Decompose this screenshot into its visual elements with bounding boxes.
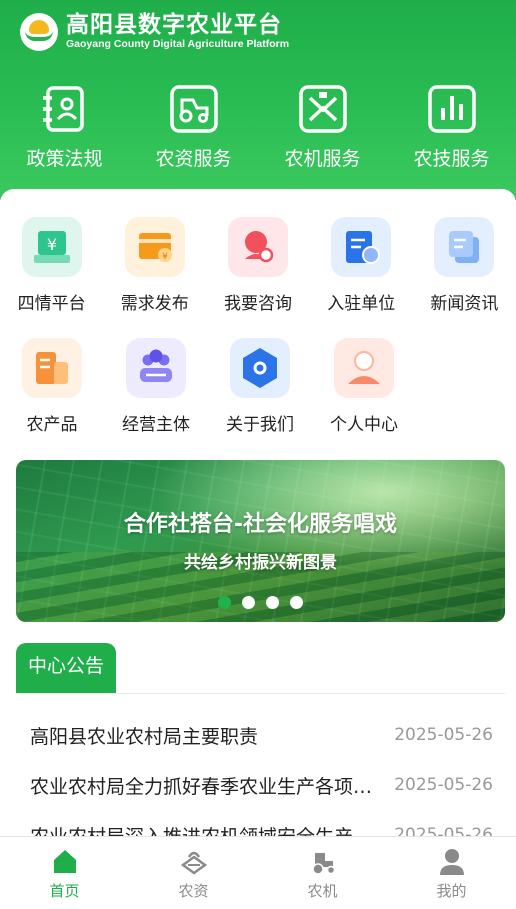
main-panel: ¥ 四情平台 ¥ 需求发布 我要咨询 入驻单位 新闻资讯 农产品 经营主体 关于… — [0, 189, 516, 909]
yen-cash-icon: ¥ — [21, 217, 82, 277]
tab-machinery[interactable]: 农机 — [258, 837, 387, 909]
nav-label: 农技服务 — [413, 148, 490, 170]
nav-farm-supplies[interactable]: 农资服务 — [129, 84, 258, 171]
contacts-book-icon — [42, 86, 84, 132]
grid-label: 个人中心 — [330, 415, 398, 435]
notice-tab[interactable]: 中心公告 — [16, 643, 117, 693]
grid-label: 新闻资讯 — [430, 294, 499, 314]
seed-bag-icon — [180, 851, 207, 875]
news-cards-icon — [434, 217, 495, 277]
news-title: 农业农村局全力抓好春季农业生产各项工作 — [30, 775, 386, 798]
clipboard-user-icon — [331, 217, 392, 277]
banner-headline: 合作社搭台-社会化服务唱戏 — [123, 512, 398, 537]
header-hero: 高阳县数字农业平台 Gaoyang County Digital Agricul… — [0, 0, 516, 200]
bottom-tabbar: 首页 农资 农机 我的 — [0, 836, 516, 909]
tab-farm-supplies[interactable]: 农资 — [129, 837, 258, 909]
tractor-icon — [311, 853, 335, 875]
machine-shield-icon — [298, 85, 347, 133]
carousel-dot[interactable] — [290, 596, 303, 609]
building-icon — [22, 338, 82, 398]
nav-machinery[interactable]: 农机服务 — [258, 84, 387, 171]
user-icon — [439, 849, 464, 875]
grid-item-about-us[interactable]: 关于我们 — [208, 338, 312, 459]
divider — [16, 693, 505, 694]
grid-label: 农产品 — [26, 415, 78, 435]
tab-home[interactable]: 首页 — [0, 837, 129, 909]
grid-item-consult[interactable]: 我要咨询 — [206, 217, 309, 338]
carousel-dot[interactable] — [266, 596, 279, 609]
nav-label: 农资服务 — [155, 148, 232, 170]
grid-label: 入驻单位 — [327, 294, 396, 314]
tab-label: 农机 — [307, 882, 338, 900]
nav-policy[interactable]: 政策法规 — [0, 84, 129, 171]
grid-item-four-situations[interactable]: ¥ 四情平台 — [0, 217, 103, 338]
grid-label: 四情平台 — [17, 294, 86, 314]
tab-label: 首页 — [49, 882, 80, 900]
tab-label: 我的 — [436, 882, 467, 900]
news-date: 2025-05-26 — [394, 775, 493, 795]
grid-item-personal-center[interactable]: 个人中心 — [312, 338, 416, 459]
list-item[interactable]: 高阳县农业农村局主要职责 2025-05-26 — [16, 710, 505, 760]
grid-item-products[interactable]: 农产品 — [0, 338, 104, 459]
hexagon-info-icon — [230, 338, 290, 398]
group-icon — [126, 338, 186, 398]
promo-banner[interactable]: 合作社搭台-社会化服务唱戏 共绘乡村振兴新图景 — [16, 460, 505, 622]
carousel-dot[interactable] — [242, 596, 255, 609]
news-date: 2025-05-26 — [394, 725, 493, 745]
tractor-icon — [169, 85, 218, 133]
grid-item-settled-units[interactable]: 入驻单位 — [310, 217, 413, 338]
grid-item-demand-publish[interactable]: ¥ 需求发布 — [103, 217, 206, 338]
grid-item-news[interactable]: 新闻资讯 — [413, 217, 516, 338]
sun-leaf-logo-icon — [20, 12, 58, 51]
nav-label: 农机服务 — [284, 148, 361, 170]
grid-label: 需求发布 — [120, 294, 189, 314]
grid-label: 关于我们 — [226, 415, 294, 435]
carousel-dot[interactable] — [218, 596, 231, 609]
shop-bag-icon: ¥ — [124, 217, 185, 277]
list-item[interactable]: 农业农村局全力抓好春季农业生产各项工作 2025-05-26 — [16, 760, 505, 810]
bar-chart-icon — [427, 85, 476, 133]
app-subtitle: Gaoyang County Digital Agriculture Platf… — [66, 38, 290, 50]
nav-label: 政策法规 — [26, 148, 103, 170]
news-title: 高阳县农业农村局主要职责 — [30, 725, 259, 748]
svg-text:¥: ¥ — [162, 252, 168, 262]
notice-section: 中心公告 高阳县农业农村局主要职责 2025-05-26 农业农村局全力抓好春季… — [16, 643, 505, 860]
consult-person-icon — [228, 217, 288, 277]
feature-grid: ¥ 四情平台 ¥ 需求发布 我要咨询 入驻单位 新闻资讯 农产品 经营主体 关于… — [0, 217, 516, 459]
banner-subheadline: 共绘乡村振兴新图景 — [184, 553, 337, 573]
grid-label: 我要咨询 — [224, 294, 292, 314]
svg-text:¥: ¥ — [47, 235, 57, 254]
grid-label: 经营主体 — [122, 415, 190, 435]
top-nav: 政策法规 农资服务 农机服务 农技服务 — [0, 84, 516, 171]
carousel-dots — [16, 596, 505, 609]
brand: 高阳县数字农业平台 Gaoyang County Digital Agricul… — [20, 12, 289, 51]
tab-label: 农资 — [178, 882, 209, 900]
nav-agri-tech[interactable]: 农技服务 — [387, 84, 516, 171]
app-title: 高阳县数字农业平台 — [66, 12, 282, 38]
home-icon — [53, 850, 76, 873]
tab-mine[interactable]: 我的 — [387, 837, 516, 909]
grid-item-business-entity[interactable]: 经营主体 — [104, 338, 208, 459]
user-icon — [334, 338, 394, 398]
